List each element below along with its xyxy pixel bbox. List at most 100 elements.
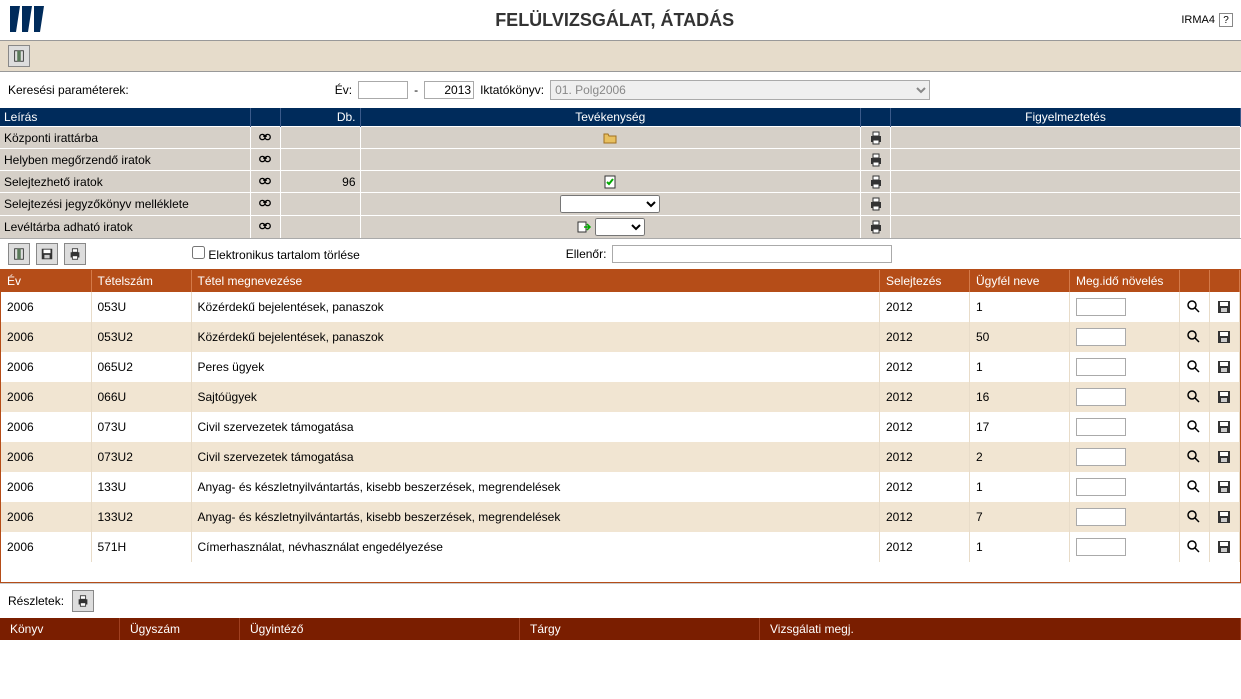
binoculars-icon[interactable] [257,174,273,190]
cell-megido [1070,472,1180,502]
megido-input[interactable] [1076,388,1126,406]
cell-selejt: 2012 [880,412,970,442]
zoom-icon[interactable] [1186,389,1202,405]
tab-ugyszam[interactable]: Ügyszám [120,618,240,640]
table-row[interactable]: 2006053U2Közérdekű bejelentések, panaszo… [1,322,1240,352]
save-row-icon[interactable] [1216,359,1232,375]
table-row[interactable]: 2006133U2Anyag- és készletnyilvántartás,… [1,502,1240,532]
tab-targy[interactable]: Tárgy [520,618,760,640]
save-row-icon[interactable] [1216,449,1232,465]
megido-input[interactable] [1076,508,1126,526]
delete-check-wrap: Elektronikus tartalom törlése [192,246,360,262]
print-button-1[interactable] [64,243,86,265]
cell-tetel: 571H [91,532,191,562]
activity-select[interactable] [560,195,660,213]
activity-grid: Leírás Db. Tevékenység Figyelmeztetés Kö… [0,108,1241,238]
table-row[interactable]: 2006065U2Peres ügyek20121 [1,352,1240,382]
print-icon[interactable] [868,130,884,146]
print-icon[interactable] [868,219,884,235]
megido-input[interactable] [1076,298,1126,316]
activity-select-2[interactable] [595,218,645,236]
megido-input[interactable] [1076,538,1126,556]
save-row-icon[interactable] [1216,539,1232,555]
book-select[interactable]: 01. Polg2006 [550,80,930,100]
row-db [280,216,360,239]
zoom-icon[interactable] [1186,329,1202,345]
check-doc-icon[interactable] [602,174,618,190]
row-figy [891,171,1241,193]
ellenor-input[interactable] [612,245,892,263]
zoom-icon[interactable] [1186,539,1202,555]
book-label: Iktatókönyv: [480,83,544,97]
exit-button[interactable] [8,45,30,67]
cell-megido [1070,322,1180,352]
megido-input[interactable] [1076,478,1126,496]
cell-tetel: 065U2 [91,352,191,382]
table-row[interactable]: 2006571HCímerhasználat, névhasználat eng… [1,532,1240,562]
results-grid-wrap: Év Tételszám Tétel megnevezése Selejtezé… [0,269,1241,583]
save-button-1[interactable] [36,243,58,265]
print-details-button[interactable] [72,590,94,612]
cell-ugyfel: 16 [970,382,1070,412]
details-row: Részletek: [0,583,1241,618]
zoom-icon[interactable] [1186,479,1202,495]
table-row[interactable]: 2006073U2Civil szervezetek támogatása201… [1,442,1240,472]
save-row-icon[interactable] [1216,299,1232,315]
binoculars-icon[interactable] [257,130,273,146]
folder-icon[interactable] [602,130,618,146]
save-row-icon[interactable] [1216,509,1232,525]
cell-megnev: Sajtóügyek [191,382,880,412]
col-ugyfel: Ügyfél neve [970,270,1070,292]
cell-selejt: 2012 [880,532,970,562]
megido-input[interactable] [1076,448,1126,466]
cell-tetel: 133U2 [91,502,191,532]
print-icon[interactable] [868,174,884,190]
binoculars-icon[interactable] [257,152,273,168]
delete-content-checkbox[interactable] [192,246,205,259]
main-toolbar [0,40,1241,72]
cell-selejt: 2012 [880,472,970,502]
binoculars-icon[interactable] [257,219,273,235]
zoom-icon[interactable] [1186,509,1202,525]
print-icon[interactable] [868,196,884,212]
cell-tetel: 053U2 [91,322,191,352]
page-title: FELÜLVIZSGÁLAT, ÁTADÁS [48,10,1181,31]
col-search-icon [250,108,280,127]
megido-input[interactable] [1076,418,1126,436]
cell-selejt: 2012 [880,442,970,472]
table-row[interactable]: 2006053UKözérdekű bejelentések, panaszok… [1,292,1240,322]
cell-megnev: Közérdekű bejelentések, panaszok [191,322,880,352]
megido-input[interactable] [1076,328,1126,346]
tab-ugyintezo[interactable]: Ügyintéző [240,618,520,640]
table-row[interactable]: 2006066USajtóügyek201216 [1,382,1240,412]
tab-konyv[interactable]: Könyv [0,618,120,640]
zoom-icon[interactable] [1186,359,1202,375]
table-row[interactable]: 2006073UCivil szervezetek támogatása2012… [1,412,1240,442]
save-row-icon[interactable] [1216,329,1232,345]
save-row-icon[interactable] [1216,479,1232,495]
cell-ugyfel: 1 [970,532,1070,562]
zoom-icon[interactable] [1186,419,1202,435]
year-label: Év: [335,83,352,97]
cell-ugyfel: 1 [970,472,1070,502]
row-leiras: Selejtezési jegyzőkönyv melléklete [0,193,250,216]
save-row-icon[interactable] [1216,419,1232,435]
zoom-icon[interactable] [1186,449,1202,465]
megido-input[interactable] [1076,358,1126,376]
cell-megnev: Peres ügyek [191,352,880,382]
table-row[interactable]: 2006133UAnyag- és készletnyilvántartás, … [1,472,1240,502]
exit-button-2[interactable] [8,243,30,265]
zoom-icon[interactable] [1186,299,1202,315]
year-from-input[interactable] [358,81,408,99]
help-button[interactable]: ? [1219,13,1233,27]
cell-ugyfel: 2 [970,442,1070,472]
save-row-icon[interactable] [1216,389,1232,405]
header: FELÜLVIZSGÁLAT, ÁTADÁS IRMA4 ? [0,0,1241,40]
row-db [280,193,360,216]
col-zoom [1180,270,1210,292]
export-icon[interactable] [576,219,592,235]
binoculars-icon[interactable] [257,196,273,212]
year-to-input[interactable] [424,81,474,99]
print-icon[interactable] [868,152,884,168]
tab-vizsgalati[interactable]: Vizsgálati megj. [760,618,1241,640]
